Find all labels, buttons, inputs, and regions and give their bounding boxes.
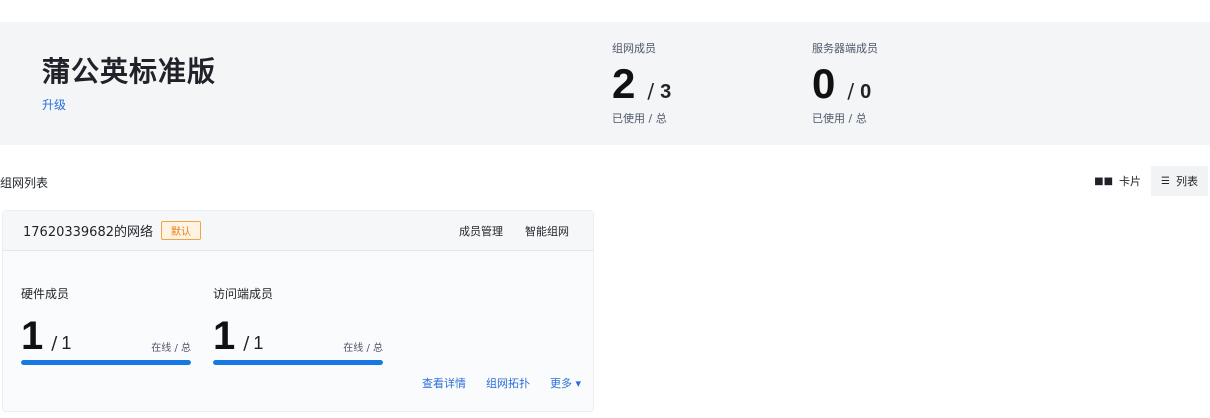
progress-fill [213, 360, 383, 365]
chevron-down-icon: ▾ [575, 377, 581, 390]
progress-track [213, 360, 383, 365]
hardware-members-metric: 硬件成员 1 / 1 在线 / 总 [21, 285, 191, 365]
metric-caption: 在线 / 总 [151, 343, 191, 354]
progress-track [21, 360, 191, 365]
card-view-button[interactable]: ■■ 卡片 [1084, 166, 1151, 196]
grid-icon: ■■ [1094, 175, 1114, 187]
stat-separator: / [847, 79, 855, 103]
progress-fill [21, 360, 191, 365]
metric-caption: 在线 / 总 [343, 343, 383, 354]
stat-separator: / [647, 79, 655, 103]
stat-members: 组网成员 2 / 3 已使用 / 总 [612, 40, 671, 126]
card-view-label: 卡片 [1119, 175, 1142, 188]
plan-name: 蒲公英标准版 [42, 55, 217, 88]
network-list-title: 组网列表 [0, 176, 49, 190]
plan-summary-panel: 蒲公英标准版 升级 组网成员 2 / 3 已使用 / 总 服务器端成员 0 / … [0, 22, 1210, 145]
metric-separator: / [243, 333, 250, 354]
metric-total: 1 [253, 333, 264, 353]
stat-caption: 已使用 / 总 [612, 112, 667, 125]
network-name: 17620339682的网络 [23, 225, 153, 240]
network-header-actions: 成员管理 智能组网 [459, 223, 569, 239]
metric-label: 访问端成员 [213, 287, 274, 301]
stat-total: 3 [660, 81, 672, 103]
metric-separator: / [51, 333, 58, 354]
view-toggle: ■■ 卡片 ☰ 列表 [1084, 166, 1208, 196]
default-badge: 默认 [160, 221, 201, 240]
stat-value: 0 [812, 60, 836, 107]
stat-server-members: 服务器端成员 0 / 0 已使用 / 总 [812, 40, 878, 126]
stat-label: 组网成员 [612, 42, 656, 55]
network-card: 17620339682的网络 默认 成员管理 智能组网 硬件成员 1 / 1 在… [2, 210, 594, 412]
stat-total: 0 [860, 81, 872, 103]
list-view-button[interactable]: ☰ 列表 [1151, 166, 1208, 196]
access-members-metric: 访问端成员 1 / 1 在线 / 总 [213, 285, 383, 365]
more-label: 更多 [549, 377, 572, 390]
network-topology-link[interactable]: 组网拓扑 [486, 375, 530, 391]
member-manage-link[interactable]: 成员管理 [459, 223, 503, 239]
stat-label: 服务器端成员 [812, 42, 878, 55]
metric-label: 硬件成员 [21, 287, 70, 301]
view-details-link[interactable]: 查看详情 [422, 375, 466, 391]
upgrade-link[interactable]: 升级 [42, 96, 66, 113]
stat-value: 2 [612, 60, 636, 107]
network-card-header: 17620339682的网络 默认 成员管理 智能组网 [3, 211, 593, 251]
metric-total: 1 [61, 333, 72, 353]
more-dropdown[interactable]: 更多 ▾ [550, 375, 581, 391]
list-icon: ☰ [1161, 175, 1170, 187]
network-footer-actions: 查看详情 组网拓扑 更多 ▾ [422, 375, 581, 391]
stat-caption: 已使用 / 总 [812, 112, 867, 125]
metric-value: 1 [21, 314, 44, 358]
metric-value: 1 [213, 314, 236, 358]
list-view-label: 列表 [1176, 175, 1198, 188]
smart-network-link[interactable]: 智能组网 [525, 223, 569, 239]
